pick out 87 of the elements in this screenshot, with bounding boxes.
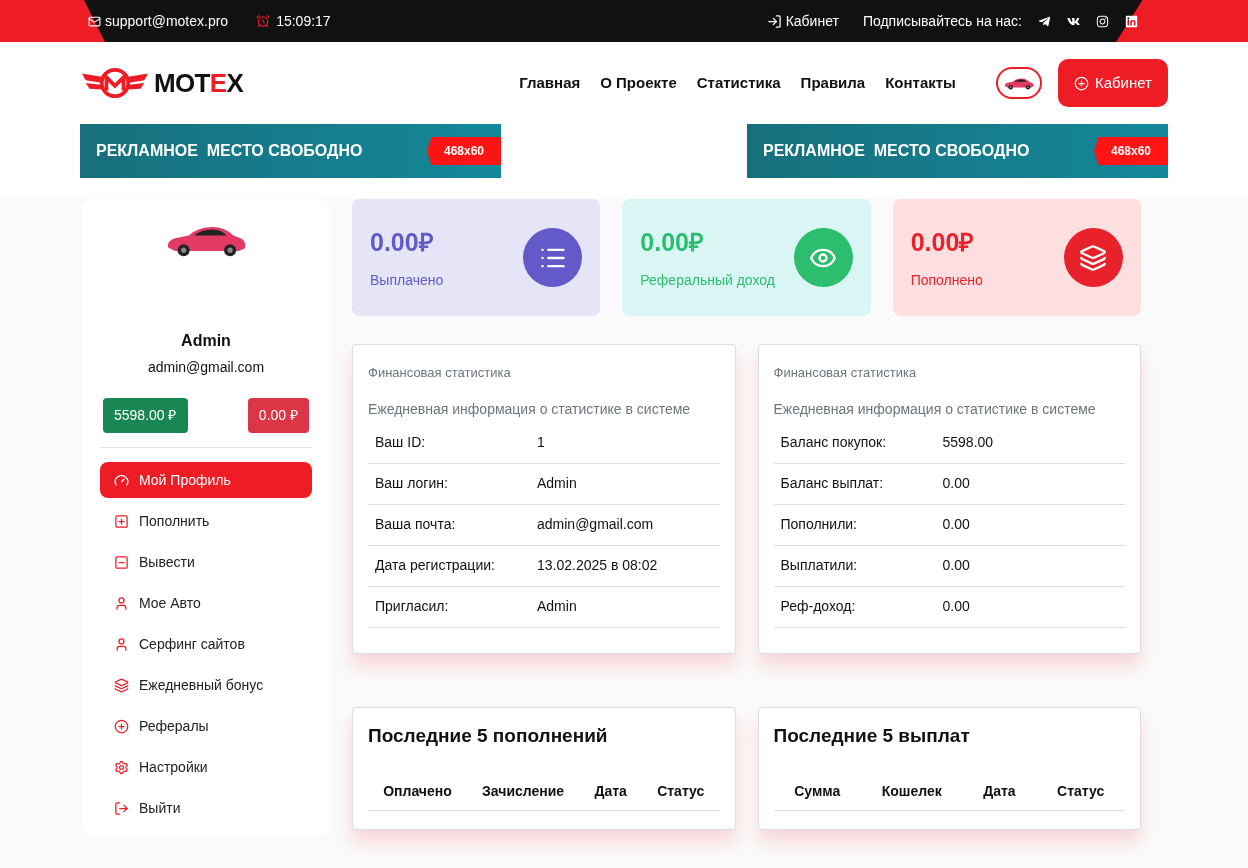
logout-icon bbox=[114, 800, 129, 816]
card-subtitle: Ежедневная информация о статистике в системе bbox=[368, 399, 692, 419]
gauge-icon bbox=[114, 472, 129, 488]
row-label: Выплатили: bbox=[780, 556, 859, 575]
sidebar-item[interactable]: Вывести bbox=[100, 544, 312, 580]
row-value: 0.00 bbox=[942, 515, 970, 534]
row-value: Admin bbox=[537, 474, 577, 493]
stat-value: 0.00₽ bbox=[910, 227, 976, 259]
sidebar-item[interactable]: Мое Авто bbox=[100, 585, 312, 621]
column-header: Зачисление bbox=[482, 781, 565, 801]
column-header: Дата bbox=[983, 781, 1016, 801]
card-heading: Последние 5 выплат bbox=[773, 724, 971, 748]
plus-circle-icon bbox=[1073, 75, 1089, 91]
balance-badge: 0.00 ₽ bbox=[247, 398, 309, 433]
clock-time: 15:09:17 bbox=[276, 11, 331, 31]
row-value: 1 bbox=[537, 433, 545, 452]
row-label: Баланс выплат: bbox=[780, 474, 885, 493]
row-value: admin@gmail.com bbox=[537, 515, 654, 534]
sidebar-item[interactable]: Ежедневный бонус bbox=[100, 667, 312, 703]
row-value: 13.02.2025 в 08:02 bbox=[537, 556, 658, 575]
alarm-clock-icon bbox=[256, 14, 271, 28]
ad-text: РЕКЛАМНОЕ МЕСТО СВОБОДНО bbox=[762, 141, 1030, 161]
plus-circle-icon bbox=[114, 718, 129, 734]
card-heading: Последние 5 пополнений bbox=[368, 724, 609, 748]
minus-square-icon bbox=[114, 554, 129, 570]
column-header: Статус bbox=[657, 781, 705, 801]
mail-icon bbox=[88, 14, 101, 28]
column-header: Оплачено bbox=[383, 781, 452, 801]
ad-banner[interactable]: РЕКЛАМНОЕ МЕСТО СВОБОДНО 468x60 bbox=[80, 124, 501, 178]
linkedin-icon[interactable] bbox=[1125, 14, 1138, 28]
sidebar-item[interactable]: Выйти bbox=[100, 790, 312, 826]
user-icon bbox=[114, 636, 129, 652]
row-label: Дата регистрации: bbox=[375, 556, 496, 575]
card-subtitle: Ежедневная информация о статистике в системе bbox=[773, 399, 1097, 419]
card-title: Финансовая статистика bbox=[368, 364, 512, 382]
row-label: Баланс покупок: bbox=[780, 433, 888, 452]
row-label: Ваш логин: bbox=[375, 474, 449, 493]
row-label: Пополнили: bbox=[780, 515, 858, 534]
ad-size-label: 468x60 bbox=[427, 137, 501, 165]
settings-icon bbox=[114, 759, 129, 775]
column-header: Сумма bbox=[794, 781, 841, 801]
support-email[interactable]: support@motex.pro bbox=[105, 10, 229, 32]
subscribe-label: Подписывайтесь на нас: bbox=[862, 11, 1022, 31]
row-value: 5598.00 bbox=[942, 433, 994, 452]
stat-value: 0.00₽ bbox=[640, 227, 705, 259]
sidebar-item[interactable]: Пополнить bbox=[100, 503, 312, 539]
user-icon bbox=[114, 595, 129, 611]
row-value: 0.00 bbox=[942, 597, 970, 616]
winged-m-logo-icon bbox=[80, 66, 150, 100]
column-header: Статус bbox=[1057, 781, 1105, 801]
column-header: Дата bbox=[594, 781, 627, 801]
card-title: Финансовая статистика bbox=[773, 364, 918, 382]
column-header: Кошелек bbox=[881, 781, 942, 801]
row-label: Ваш ID: bbox=[375, 433, 427, 452]
ad-text: РЕКЛАМНОЕ МЕСТО СВОБОДНО bbox=[95, 141, 363, 161]
profile-name: Admin bbox=[180, 331, 232, 351]
stat-label: Пополнено bbox=[910, 270, 983, 290]
row-label: Пригласил: bbox=[375, 597, 450, 616]
sidebar-item[interactable]: Мой Профиль bbox=[100, 462, 312, 498]
cabinet-button[interactable]: Кабинет bbox=[1057, 59, 1168, 107]
nav-link[interactable]: Правила bbox=[800, 71, 866, 95]
nav-link[interactable]: Статистика bbox=[696, 71, 781, 95]
telegram-icon[interactable] bbox=[1038, 14, 1051, 28]
row-label: Реф-доход: bbox=[780, 597, 857, 616]
plus-square-icon bbox=[114, 513, 129, 529]
nav-link[interactable]: О Проекте bbox=[600, 71, 677, 95]
row-value: 0.00 bbox=[942, 474, 970, 493]
stat-label: Реферальный доход bbox=[640, 270, 775, 290]
row-value: Admin bbox=[537, 597, 577, 616]
login-icon bbox=[766, 13, 782, 29]
sidebar-item[interactable]: Настройки bbox=[100, 749, 312, 785]
stat-label: Выплачено bbox=[370, 270, 444, 290]
instagram-icon[interactable] bbox=[1096, 14, 1109, 28]
sidebar-item[interactable]: Рефералы bbox=[100, 708, 312, 744]
layers-icon bbox=[114, 677, 129, 693]
row-value: 0.00 bbox=[942, 556, 970, 575]
balance-badge: 5598.00 ₽ bbox=[103, 398, 188, 433]
ad-banner[interactable]: РЕКЛАМНОЕ МЕСТО СВОБОДНО 468x60 bbox=[747, 124, 1168, 178]
cabinet-link[interactable]: Кабинет bbox=[766, 10, 839, 32]
row-label: Ваша почта: bbox=[375, 515, 457, 534]
logo-text[interactable]: MOTEX bbox=[154, 70, 244, 96]
nav-link[interactable]: Главная bbox=[519, 71, 581, 95]
stat-value: 0.00₽ bbox=[370, 227, 435, 259]
profile-email: admin@gmail.com bbox=[146, 358, 266, 377]
ad-size-label: 468x60 bbox=[1094, 137, 1168, 165]
sidebar-item[interactable]: Серфинг сайтов bbox=[100, 626, 312, 662]
nav-link[interactable]: Контакты bbox=[885, 71, 956, 95]
